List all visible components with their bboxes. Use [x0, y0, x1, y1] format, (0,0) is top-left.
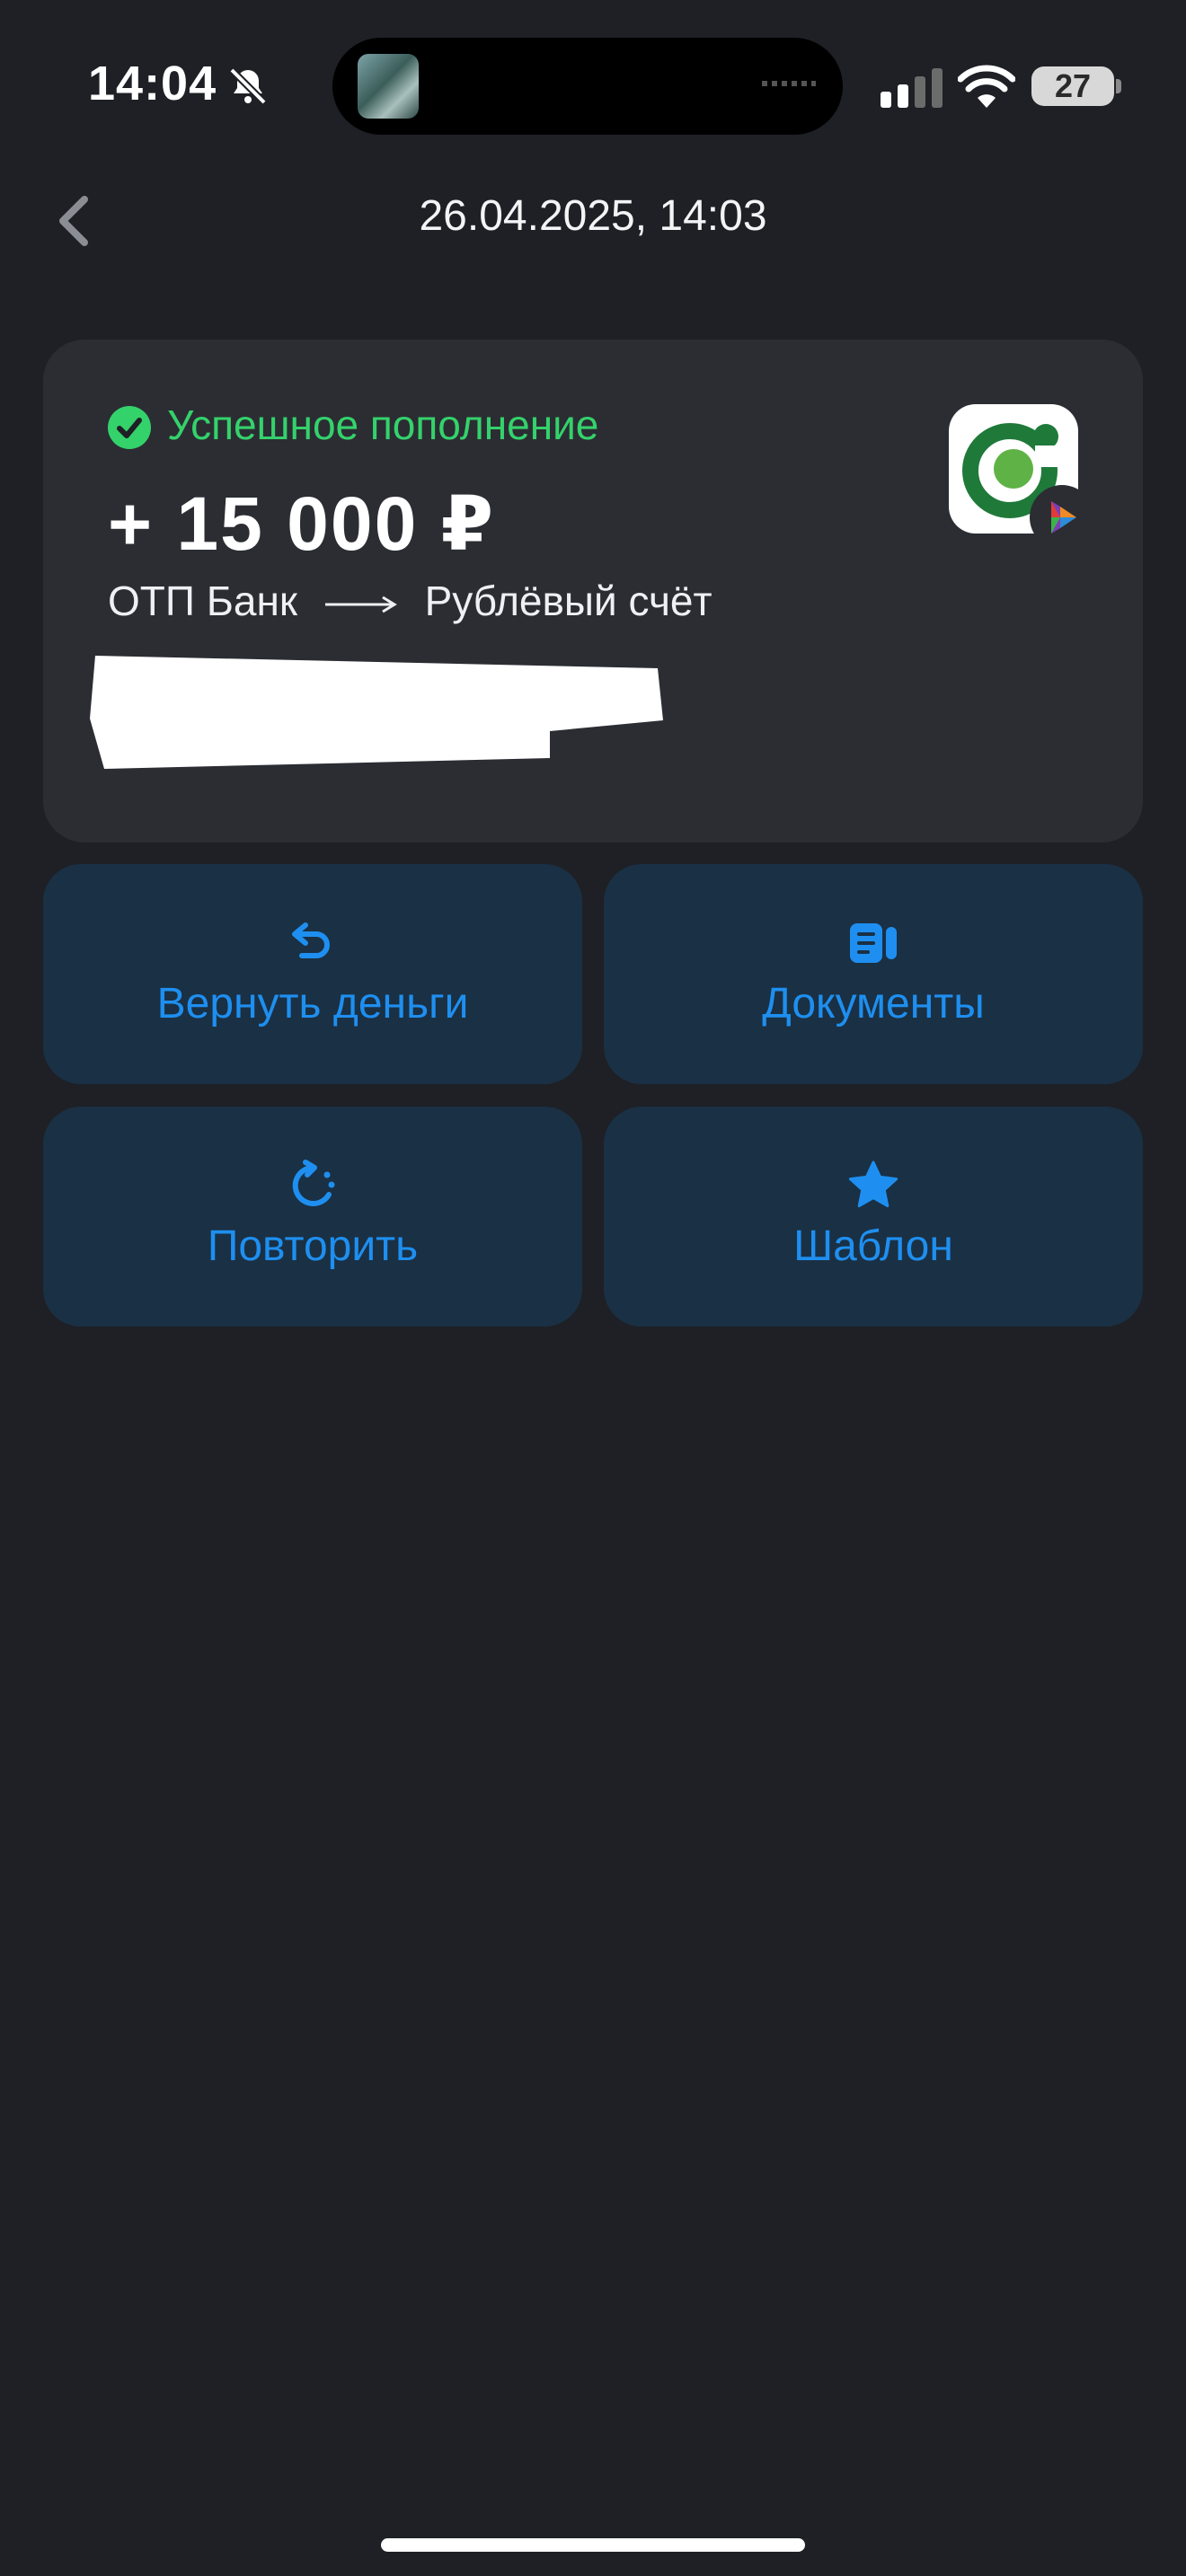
wifi-icon — [958, 65, 1015, 108]
repeat-icon — [292, 1160, 335, 1206]
template-label: Шаблон — [793, 1222, 953, 1270]
signal-icon — [881, 68, 943, 108]
success-check-icon — [108, 406, 151, 449]
documents-icon — [850, 923, 897, 963]
repeat-label: Повторить — [207, 1222, 419, 1270]
audio-waveform-icon — [762, 81, 816, 86]
long-arrow-right-icon — [324, 595, 397, 613]
repeat-button[interactable]: Повторить — [43, 1107, 582, 1327]
undo-arrow-icon — [292, 922, 330, 958]
transaction-amount: + 15 000 ₽ — [108, 481, 496, 566]
now-playing-artwork — [358, 54, 419, 119]
transaction-route: ОТП Банк Рублёвый счёт — [108, 577, 712, 625]
star-icon — [848, 1160, 898, 1208]
template-button[interactable]: Шаблон — [604, 1107, 1143, 1327]
battery-level: 27 — [1054, 67, 1092, 104]
home-indicator[interactable] — [381, 2538, 805, 2552]
bell-slash-icon — [229, 67, 267, 105]
battery-icon: 27 — [1031, 66, 1114, 106]
transaction-status: Успешное пополнение — [167, 401, 599, 448]
refund-label: Вернуть деньги — [156, 980, 469, 1028]
route-to: Рублёвый счёт — [424, 578, 712, 624]
documents-label: Документы — [762, 980, 985, 1028]
status-time: 14:04 — [88, 57, 217, 110]
documents-button[interactable]: Документы — [604, 864, 1143, 1084]
battery-cap — [1116, 79, 1121, 93]
sbp-badge — [1030, 485, 1094, 550]
route-from: ОТП Банк — [108, 578, 298, 624]
dynamic-island[interactable] — [332, 38, 843, 135]
sbp-icon — [1051, 501, 1076, 534]
page-title: 26.04.2025, 14:03 — [419, 192, 767, 240]
redacted-area — [90, 656, 663, 769]
refund-button[interactable]: Вернуть деньги — [43, 864, 582, 1084]
